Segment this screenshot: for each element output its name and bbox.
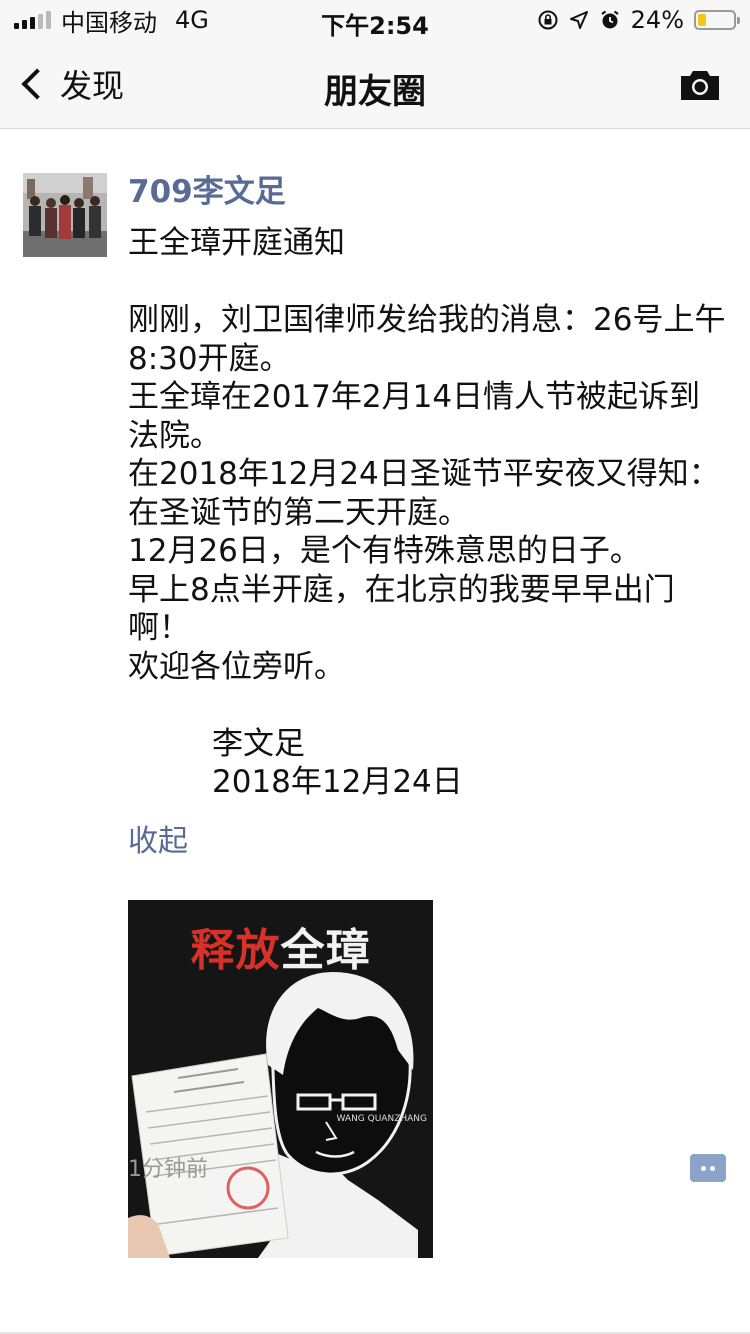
- battery-fill: [698, 14, 706, 26]
- battery-percent: 24%: [630, 6, 684, 34]
- post-image[interactable]: 释放全璋 WANG QUANZHANG: [128, 900, 433, 1258]
- post-text: 王全璋开庭通知 刚刚，刘卫国律师发给我的消息：26号上午8:30开庭。 王全璋在…: [128, 224, 728, 802]
- camera-icon[interactable]: [678, 68, 722, 102]
- post-time: 1分钟前: [128, 1157, 208, 1182]
- dot-icon: [701, 1165, 706, 1171]
- battery-icon: [694, 10, 740, 30]
- post-line: 12月26日，是个有特殊意思的日子。: [128, 533, 641, 569]
- alarm-icon: [601, 10, 619, 29]
- comment-button[interactable]: [690, 1154, 726, 1182]
- dot-icon: [710, 1165, 715, 1171]
- post-content: 709李文足 王全璋开庭通知 刚刚，刘卫国律师发给我的消息：26号上午8:30开…: [128, 170, 728, 1258]
- post-line: 王全璋在2017年2月14日情人节被起诉到法院。: [128, 379, 701, 454]
- post-line: 王全璋开庭通知: [128, 225, 345, 261]
- post-line-blank: [128, 686, 728, 725]
- avatar[interactable]: [23, 173, 107, 257]
- post-footer: 1分钟前: [128, 1154, 728, 1194]
- page-title: 朋友圈: [324, 72, 426, 112]
- post-line: 欢迎各位旁听。: [128, 648, 345, 685]
- paper-notice: [128, 1053, 289, 1258]
- post-line-blank: [128, 263, 728, 302]
- image-name-caption: WANG QUANZHANG: [336, 1114, 428, 1124]
- signature-date: 2018年12月24日: [212, 764, 463, 800]
- post-line: 在2018年12月24日圣诞节平安夜又得知：在圣诞节的第二天开庭。: [128, 456, 720, 531]
- avatar-photo: [23, 173, 107, 257]
- post-line: 刚刚，刘卫国律师发给我的消息：26号上午8:30开庭。: [128, 302, 726, 377]
- navigation-bar: 发现 朋友圈: [0, 40, 750, 129]
- status-bar: 中国移动 4G 下午2:54 24%: [0, 0, 750, 40]
- collapse-link[interactable]: 收起: [128, 820, 188, 864]
- post-line: 早上8点半开庭，在北京的我要早早出门啊！: [128, 571, 675, 647]
- author-name[interactable]: 709李文足: [128, 170, 728, 214]
- rotation-lock-icon: [538, 10, 558, 30]
- location-icon: [569, 11, 588, 29]
- signature-name: 李文足: [212, 725, 305, 762]
- status-right: 24%: [537, 6, 740, 34]
